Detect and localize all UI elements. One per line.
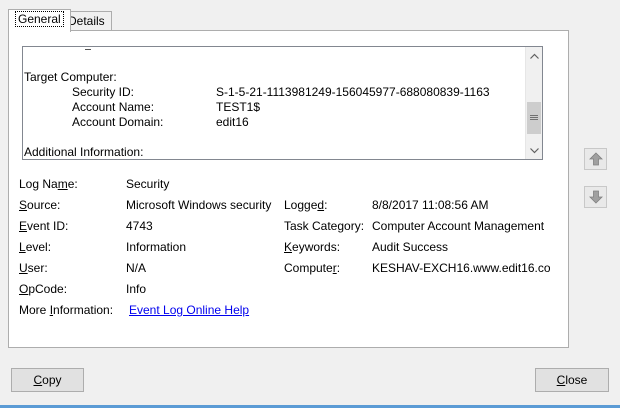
event-id-label: Event ID: (19, 219, 69, 233)
level-label: Level: (19, 240, 52, 254)
scroll-down-icon[interactable] (526, 142, 542, 159)
description-scrollbar[interactable] (525, 47, 542, 159)
computer-label: Computer: (284, 261, 341, 275)
tab-general-label: General (15, 11, 64, 27)
opcode-label: OpCode: (19, 282, 68, 296)
next-event-button[interactable] (584, 186, 607, 208)
task-category-label: Task Category: (284, 219, 365, 233)
copy-button-label: Copy (33, 373, 62, 387)
down-arrow-icon (588, 190, 603, 204)
more-information-label: More Information: (19, 303, 114, 317)
desc-account-name-value: TEST1$ (216, 100, 261, 114)
previous-event-button[interactable] (584, 148, 607, 170)
desc-account-domain-value: edit16 (216, 115, 249, 129)
grip-line (530, 119, 538, 120)
keywords-value: Audit Success (372, 240, 449, 254)
event-description-box[interactable]: Target Computer: Security ID: S-1-5-21-1… (22, 46, 543, 160)
up-arrow-icon (588, 152, 603, 166)
tab-general[interactable]: General (8, 9, 71, 32)
source-label: Source: (19, 198, 61, 212)
desc-additional-info: Additional Information: (24, 145, 144, 159)
desc-account-domain-label: Account Domain: (72, 115, 164, 129)
opcode-value: Info (126, 282, 147, 296)
tab-details-label: Details (68, 14, 105, 28)
scroll-up-icon[interactable] (526, 47, 542, 64)
keywords-label: Keywords: (284, 240, 341, 254)
grip-line (530, 117, 538, 118)
desc-target-computer: Target Computer: (24, 70, 117, 84)
computer-value: KESHAV-EXCH16.www.edit16.com (372, 261, 550, 275)
clipped-text-fragment (85, 47, 91, 50)
level-value: Information (126, 240, 187, 254)
general-panel: Target Computer: Security ID: S-1-5-21-1… (8, 30, 569, 348)
scroll-thumb[interactable] (527, 102, 541, 134)
desc-account-name-label: Account Name: (72, 100, 155, 114)
event-id-value: 4743 (126, 219, 153, 233)
close-button-label: Close (556, 373, 588, 387)
task-category-value: Computer Account Management (372, 219, 545, 233)
desc-security-id-value: S-1-5-21-1113981249-156045977-688080839-… (216, 85, 490, 99)
close-button[interactable]: Close (535, 368, 609, 392)
event-description-text: Target Computer: Security ID: S-1-5-21-1… (23, 47, 527, 159)
desc-security-id-label: Security ID: (72, 85, 135, 99)
log-name-value: Security (126, 177, 170, 191)
user-label: User: (19, 261, 48, 275)
source-value: Microsoft Windows security (126, 198, 272, 212)
log-name-label: Log Name: (19, 177, 78, 191)
logged-value: 8/8/2017 11:08:56 AM (372, 198, 489, 212)
grip-line (530, 115, 538, 116)
user-value: N/A (126, 261, 147, 275)
logged-label: Logged: (284, 198, 328, 212)
copy-button[interactable]: Copy (11, 368, 84, 392)
event-log-online-help-link[interactable]: Event Log Online Help (129, 303, 249, 317)
